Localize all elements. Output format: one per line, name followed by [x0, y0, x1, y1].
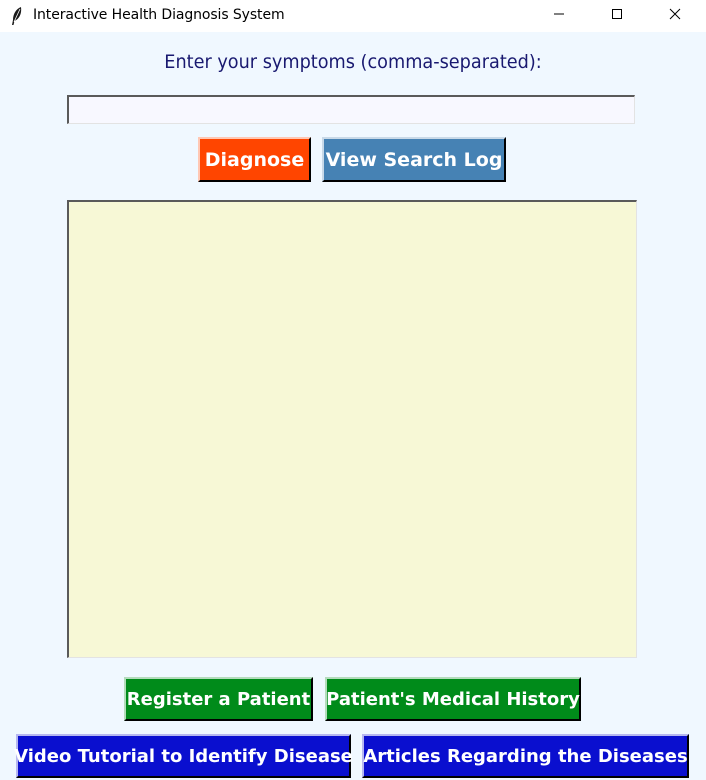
disease-articles-button-label: Articles Regarding the Diseases	[363, 745, 688, 767]
title-bar[interactable]: Interactive Health Diagnosis System	[0, 0, 706, 32]
minimize-button[interactable]	[536, 0, 582, 32]
close-button[interactable]	[652, 0, 698, 32]
medical-history-button-label: Patient's Medical History	[326, 688, 580, 710]
diagnose-button[interactable]: Diagnose	[198, 137, 311, 182]
view-search-log-button-label: View Search Log	[325, 148, 503, 171]
symptoms-input[interactable]	[67, 95, 635, 124]
disease-articles-button[interactable]: Articles Regarding the Diseases	[362, 734, 689, 778]
maximize-button[interactable]	[594, 0, 640, 32]
register-patient-button-label: Register a Patient	[126, 688, 311, 710]
medical-history-button[interactable]: Patient's Medical History	[325, 677, 581, 721]
minimize-icon	[553, 7, 565, 25]
diagnose-button-label: Diagnose	[204, 148, 305, 171]
view-search-log-button[interactable]: View Search Log	[322, 137, 506, 182]
diagnosis-results-textarea[interactable]	[67, 200, 637, 658]
close-icon	[669, 7, 681, 25]
feather-icon	[10, 6, 24, 26]
main-window: Enter your symptoms (comma-separated): D…	[0, 32, 706, 780]
video-tutorial-button[interactable]: Video Tutorial to Identify Disease	[14, 734, 353, 778]
video-tutorial-button-label: Video Tutorial to Identify Disease	[14, 745, 353, 767]
register-patient-button[interactable]: Register a Patient	[124, 677, 313, 721]
symptoms-prompt-label: Enter your symptoms (comma-separated):	[164, 51, 542, 73]
maximize-icon	[611, 7, 623, 25]
window-title: Interactive Health Diagnosis System	[33, 7, 285, 23]
